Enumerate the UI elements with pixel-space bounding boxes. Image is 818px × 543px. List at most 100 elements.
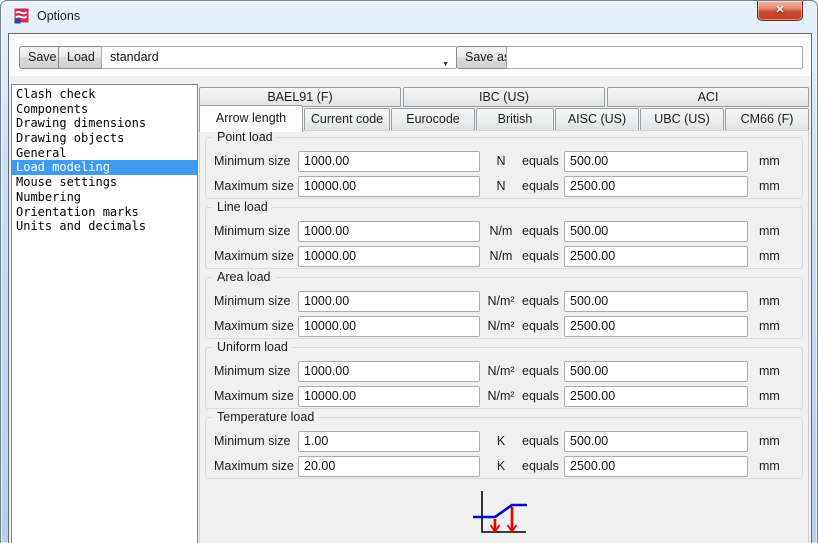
field-row: Minimum size N/m² equals mm bbox=[206, 290, 802, 312]
preset-combobox-value: standard bbox=[110, 50, 159, 64]
dialog-client-area: Save Load standard ▼ Save as Clash check… bbox=[8, 33, 812, 543]
point-load-group: Point load Minimum size N equals mm Maxi… bbox=[205, 137, 803, 199]
tab-ibc-us[interactable]: IBC (US) bbox=[403, 87, 605, 107]
max-size-label: Maximum size bbox=[214, 389, 298, 403]
temperature-load-max-input[interactable] bbox=[298, 456, 480, 477]
tab-aci[interactable]: ACI bbox=[607, 87, 809, 107]
line-load-min-mm-input[interactable] bbox=[564, 221, 748, 242]
sidebar-item-drawing-objects[interactable]: Drawing objects bbox=[12, 131, 197, 146]
tab-arrow-length[interactable]: Arrow length bbox=[199, 105, 303, 132]
arrow-length-pane: Point load Minimum size N equals mm Maxi… bbox=[199, 130, 809, 543]
field-row: Minimum size K equals mm bbox=[206, 430, 802, 452]
line-load-min-input[interactable] bbox=[298, 221, 480, 242]
tab-british[interactable]: British bbox=[476, 108, 554, 131]
tab-current-code[interactable]: Current code bbox=[304, 108, 390, 131]
sidebar-item-components[interactable]: Components bbox=[12, 102, 197, 117]
group-title: Uniform load bbox=[213, 340, 292, 355]
tab-bael91-f[interactable]: BAEL91 (F) bbox=[199, 87, 401, 107]
code-tab-row: BAEL91 (F) IBC (US) ACI bbox=[199, 87, 809, 107]
sidebar-item-orientation-marks[interactable]: Orientation marks bbox=[12, 205, 197, 220]
min-size-label: Minimum size bbox=[214, 294, 298, 308]
title-bar[interactable]: Options ✕ bbox=[1, 1, 817, 33]
preset-combobox[interactable]: standard ▼ bbox=[101, 46, 457, 69]
sidebar-item-load-modeling[interactable]: Load modeling bbox=[12, 160, 197, 175]
equals-label: equals bbox=[522, 249, 558, 263]
sidebar-item-general[interactable]: General bbox=[12, 146, 197, 161]
field-row: Maximum size K equals mm bbox=[206, 455, 802, 477]
mm-label: mm bbox=[759, 389, 780, 403]
line-load-max-input[interactable] bbox=[298, 246, 480, 267]
line-load-max-mm-input[interactable] bbox=[564, 246, 748, 267]
min-size-label: Minimum size bbox=[214, 434, 298, 448]
tab-ubc-us[interactable]: UBC (US) bbox=[640, 108, 724, 131]
area-load-min-mm-input[interactable] bbox=[564, 291, 748, 312]
field-row: Maximum size N equals mm bbox=[206, 175, 802, 197]
sidebar-item-numbering[interactable]: Numbering bbox=[12, 190, 197, 205]
area-load-max-mm-input[interactable] bbox=[564, 316, 748, 337]
equals-label: equals bbox=[522, 179, 558, 193]
point-load-max-input[interactable] bbox=[298, 176, 480, 197]
equals-label: equals bbox=[522, 319, 558, 333]
equals-label: equals bbox=[522, 294, 558, 308]
point-load-min-input[interactable] bbox=[298, 151, 480, 172]
equals-label: equals bbox=[522, 459, 558, 473]
uniform-load-max-input[interactable] bbox=[298, 386, 480, 407]
uniform-load-max-mm-input[interactable] bbox=[564, 386, 748, 407]
unit-label: N/m² bbox=[480, 389, 522, 403]
group-title: Area load bbox=[213, 270, 275, 285]
min-size-label: Minimum size bbox=[214, 154, 298, 168]
max-size-label: Maximum size bbox=[214, 179, 298, 193]
field-row: Minimum size N/m² equals mm bbox=[206, 360, 802, 382]
field-row: Maximum size N/m equals mm bbox=[206, 245, 802, 267]
temperature-load-min-mm-input[interactable] bbox=[564, 431, 748, 452]
tab-cm66-f[interactable]: CM66 (F) bbox=[725, 108, 809, 131]
chevron-down-icon: ▼ bbox=[442, 54, 449, 75]
sidebar-item-units-and-decimals[interactable]: Units and decimals bbox=[12, 219, 197, 234]
uniform-load-min-input[interactable] bbox=[298, 361, 480, 382]
tab-aisc-us[interactable]: AISC (US) bbox=[555, 108, 639, 131]
area-load-group: Area load Minimum size N/m² equals mm Ma… bbox=[205, 277, 803, 339]
point-load-min-mm-input[interactable] bbox=[564, 151, 748, 172]
unit-label: N bbox=[480, 179, 522, 193]
uniform-load-group: Uniform load Minimum size N/m² equals mm… bbox=[205, 347, 803, 409]
page-tab-row: Arrow length Current code Eurocode Briti… bbox=[199, 108, 809, 131]
temperature-load-max-mm-input[interactable] bbox=[564, 456, 748, 477]
area-load-min-input[interactable] bbox=[298, 291, 480, 312]
equals-label: equals bbox=[522, 224, 558, 238]
max-size-label: Maximum size bbox=[214, 319, 298, 333]
load-button[interactable]: Load bbox=[58, 46, 104, 69]
area-load-max-input[interactable] bbox=[298, 316, 480, 337]
preset-toolbar: Save Load standard ▼ Save as bbox=[9, 34, 811, 76]
equals-label: equals bbox=[522, 154, 558, 168]
equals-label: equals bbox=[522, 364, 558, 378]
mm-label: mm bbox=[759, 154, 780, 168]
field-row: Minimum size N/m equals mm bbox=[206, 220, 802, 242]
unit-label: N/m bbox=[480, 249, 522, 263]
uniform-load-min-mm-input[interactable] bbox=[564, 361, 748, 382]
mm-label: mm bbox=[759, 179, 780, 193]
temperature-load-group: Temperature load Minimum size K equals m… bbox=[205, 417, 803, 479]
window-title: Options bbox=[37, 9, 80, 23]
mm-label: mm bbox=[759, 459, 780, 473]
mm-label: mm bbox=[759, 434, 780, 448]
unit-label: N/m² bbox=[480, 294, 522, 308]
unit-label: N bbox=[480, 154, 522, 168]
tabs-area: BAEL91 (F) IBC (US) ACI Arrow length Cur… bbox=[199, 87, 809, 131]
tab-eurocode[interactable]: Eurocode bbox=[391, 108, 475, 131]
group-title: Point load bbox=[213, 130, 277, 145]
options-category-list: Clash check Components Drawing dimension… bbox=[11, 84, 198, 543]
min-size-label: Minimum size bbox=[214, 224, 298, 238]
group-title: Temperature load bbox=[213, 410, 318, 425]
point-load-max-mm-input[interactable] bbox=[564, 176, 748, 197]
sidebar-item-mouse-settings[interactable]: Mouse settings bbox=[12, 175, 197, 190]
sidebar-item-clash-check[interactable]: Clash check bbox=[12, 87, 197, 102]
min-size-label: Minimum size bbox=[214, 364, 298, 378]
temperature-load-min-input[interactable] bbox=[298, 431, 480, 452]
field-row: Maximum size N/m² equals mm bbox=[206, 315, 802, 337]
mm-label: mm bbox=[759, 249, 780, 263]
sidebar-item-drawing-dimensions[interactable]: Drawing dimensions bbox=[12, 116, 197, 131]
unit-label: N/m² bbox=[480, 319, 522, 333]
save-as-name-input[interactable] bbox=[506, 46, 803, 69]
close-button[interactable]: ✕ bbox=[757, 1, 803, 21]
max-size-label: Maximum size bbox=[214, 459, 298, 473]
